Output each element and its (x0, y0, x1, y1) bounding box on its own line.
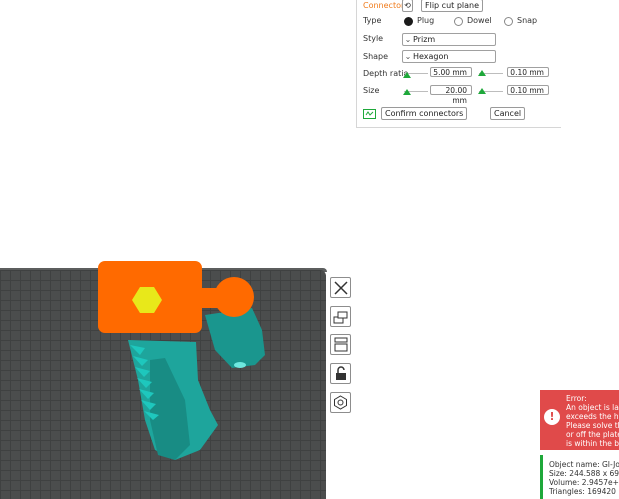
shape-label: Shape (363, 52, 389, 61)
shape-select[interactable]: ⌄ Hexagon (402, 50, 496, 63)
cancel-button[interactable]: Cancel (490, 107, 526, 120)
model-neck-hole (234, 362, 246, 368)
style-select[interactable]: ⌄ Prizm (402, 33, 496, 46)
size-tolerance-slider-handle[interactable] (478, 88, 486, 94)
size-input[interactable]: 20.00 mm (430, 85, 472, 105)
gizmo-icon (363, 109, 376, 119)
type-snap-radio[interactable] (504, 17, 513, 26)
connectors-panel: Connectors ⟲ Flip cut plane Type Plug Do… (356, 0, 561, 128)
type-label: Type (363, 16, 382, 25)
depth-ratio-input[interactable]: 5.00 mm (430, 67, 472, 77)
model-view[interactable] (0, 250, 330, 499)
model-neck[interactable] (205, 308, 265, 368)
flip-cut-plane-button[interactable]: Flip cut plane (421, 0, 484, 12)
depth-slider-handle[interactable] (403, 72, 411, 78)
close-icon (333, 280, 348, 295)
type-snap-label: Snap (517, 16, 538, 25)
type-dowel-label: Dowel (467, 16, 492, 25)
type-plug-label: Plug (417, 16, 435, 25)
depth-ratio-label: Depth ratio (363, 69, 409, 78)
layout-icon (334, 337, 347, 352)
chevron-down-icon: ⌄ (404, 35, 412, 44)
size-label: Size (363, 86, 380, 95)
type-plug-radio[interactable] (404, 17, 413, 26)
error-notification: ! Error: An object is laid exceeds the h… (540, 390, 619, 450)
delete-connectors-button[interactable] (330, 277, 351, 298)
undo-button[interactable]: ⟲ (402, 0, 413, 12)
layout-button[interactable] (330, 334, 351, 355)
style-label: Style (363, 34, 384, 43)
size-tolerance-input[interactable]: 0.10 mm (507, 85, 549, 95)
style-value: Prizm (413, 35, 436, 44)
error-text: Error: An object is laid exceeds the hei… (566, 394, 619, 448)
depth-tolerance-slider-handle[interactable] (478, 70, 486, 76)
cut-cap-head[interactable] (214, 277, 254, 317)
size-slider-handle[interactable] (403, 89, 411, 95)
depth-tolerance-input[interactable]: 0.10 mm (507, 67, 549, 77)
chevron-down-icon: ⌄ (404, 52, 412, 61)
type-dowel-radio[interactable] (454, 17, 463, 26)
hexagon-nut-icon (334, 395, 347, 410)
undo-icon: ⟲ (404, 1, 411, 10)
lock-button[interactable] (330, 363, 351, 384)
confirm-connectors-button[interactable]: Confirm connectors (381, 107, 468, 120)
object-info-notification: Object name: GI-Joe_ Size: 244.588 x 69.… (540, 455, 619, 499)
settings-button[interactable] (330, 392, 351, 413)
object-info-text: Object name: GI-Joe_ Size: 244.588 x 69.… (549, 460, 619, 496)
layers-icon (333, 311, 348, 323)
view-mode-button[interactable] (330, 306, 351, 327)
error-icon: ! (544, 409, 560, 425)
lock-icon (335, 366, 346, 380)
shape-value: Hexagon (413, 52, 449, 61)
